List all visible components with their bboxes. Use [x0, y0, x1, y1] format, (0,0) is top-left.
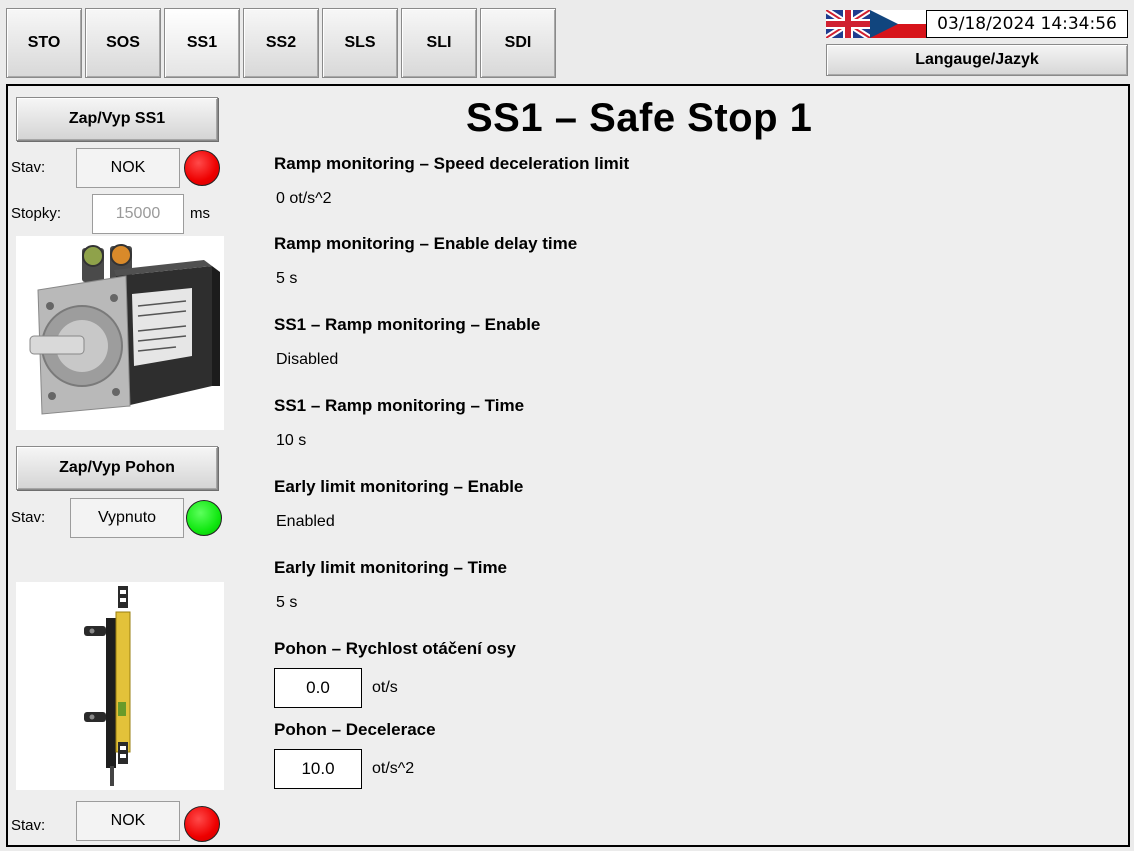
tab-sli[interactable]: SLI	[401, 8, 477, 78]
ss1-state-label: Stav:	[11, 159, 46, 176]
light-curtain-image	[16, 582, 224, 790]
tab-sls[interactable]: SLS	[322, 8, 398, 78]
stopwatch-field[interactable]: 15000	[92, 194, 184, 234]
tab-ss1[interactable]: SS1	[164, 8, 240, 78]
czech-flag-icon	[870, 10, 926, 38]
tab-sto[interactable]: STO	[6, 8, 82, 78]
drive-decel-unit: ot/s^2	[372, 760, 415, 777]
ss1-status-lamp	[184, 150, 220, 186]
drive-speed-field[interactable]: 0.0	[274, 668, 362, 708]
uk-flag-icon	[824, 7, 872, 41]
language-flags	[824, 7, 926, 41]
servo-motor-image	[16, 236, 224, 430]
drive-decel-field[interactable]: 10.0	[274, 749, 362, 789]
param-label: Ramp monitoring – Speed deceleration lim…	[274, 154, 630, 173]
param-value: 0 ot/s^2	[276, 190, 332, 207]
drive-decel-label: Pohon – Decelerace	[274, 720, 436, 739]
param-value: 10 s	[276, 432, 307, 449]
tab-sdi[interactable]: SDI	[480, 8, 556, 78]
language-button[interactable]: Langauge/Jazyk	[826, 44, 1128, 76]
ss1-toggle-button[interactable]: Zap/Vyp SS1	[16, 97, 218, 141]
param-label: Early limit monitoring – Enable	[274, 477, 524, 496]
stopwatch-label: Stopky:	[11, 205, 62, 222]
param-label: SS1 – Ramp monitoring – Time	[274, 396, 525, 415]
param-label: SS1 – Ramp monitoring – Enable	[274, 315, 541, 334]
drive-state-label: Stav:	[11, 509, 46, 526]
drive-speed-label: Pohon – Rychlost otáčení osy	[274, 639, 516, 658]
drive-speed-unit: ot/s	[372, 679, 398, 696]
function-tabs: STO SOS SS1 SS2 SLS SLI SDI	[6, 8, 556, 78]
page-title: SS1 – Safe Stop 1	[466, 96, 813, 140]
sensor-status-lamp	[184, 806, 220, 842]
param-value: Enabled	[276, 513, 335, 530]
drive-status-lamp	[186, 500, 222, 536]
ss1-state-value: NOK	[76, 148, 180, 188]
datetime-display: 03/18/2024 14:34:56	[926, 10, 1128, 38]
stopwatch-unit: ms	[190, 205, 210, 222]
drive-toggle-button[interactable]: Zap/Vyp Pohon	[16, 446, 218, 490]
sensor-state-label: Stav:	[11, 817, 46, 834]
param-value: 5 s	[276, 594, 298, 611]
sensor-state-value: NOK	[76, 801, 180, 841]
param-label: Early limit monitoring – Time	[274, 558, 508, 577]
uk-czech-flags-icon	[824, 7, 926, 41]
param-value: 5 s	[276, 270, 298, 287]
hmi-screen: STO SOS SS1 SS2 SLS SLI SDI 03/18/2024 1…	[0, 0, 1134, 851]
drive-state-value: Vypnuto	[70, 498, 184, 538]
param-label: Ramp monitoring – Enable delay time	[274, 234, 578, 253]
param-value: Disabled	[276, 351, 339, 368]
tab-sos[interactable]: SOS	[85, 8, 161, 78]
tab-ss2[interactable]: SS2	[243, 8, 319, 78]
